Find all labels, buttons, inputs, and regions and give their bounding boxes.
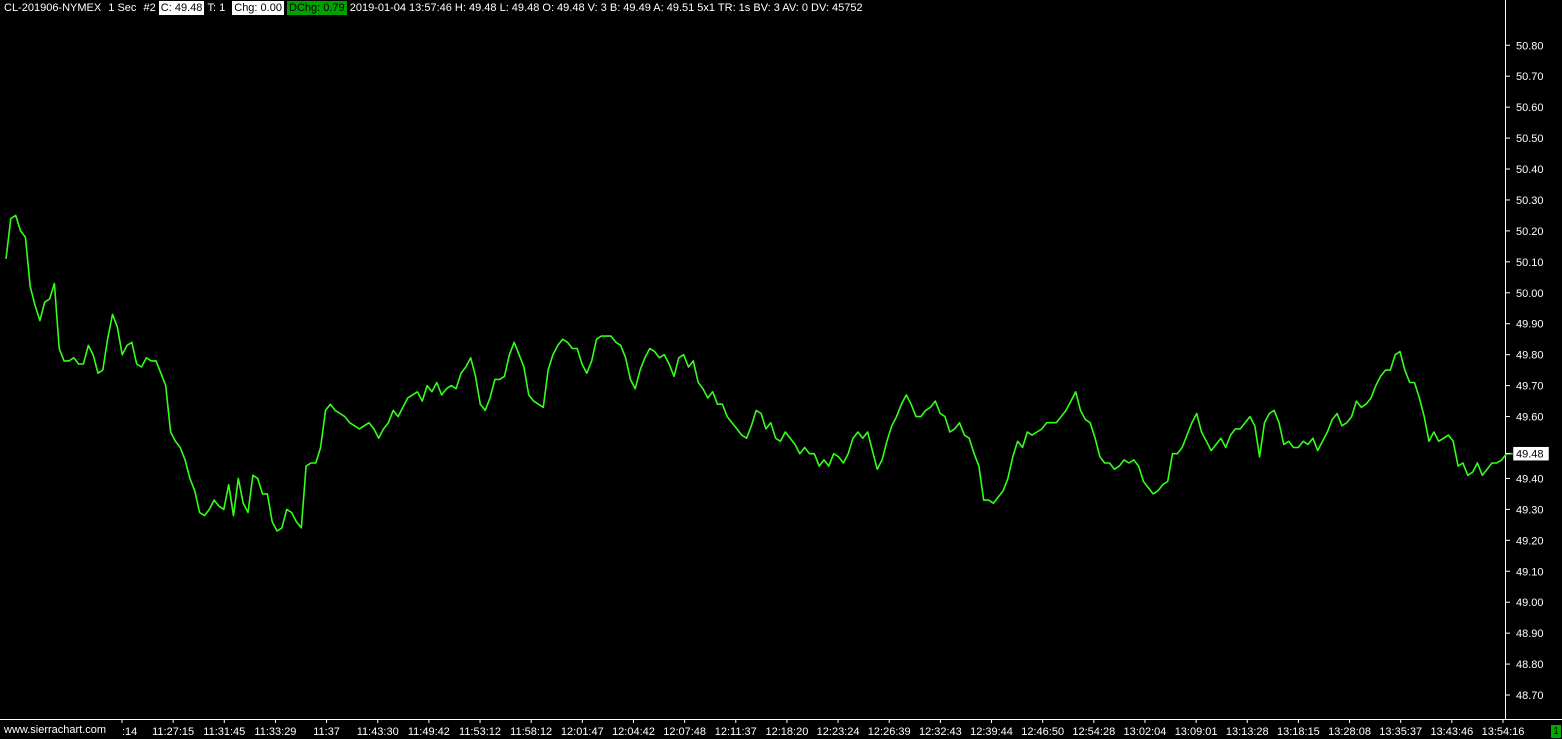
price-chart[interactable]: 50.80 50.70 50.60 50.50 50.40 50.30 50.20 50.10… [0,0,1562,739]
x-tick-label: 12:01:47 [561,726,604,738]
x-tick-label: 12:32:43 [919,726,962,738]
x-tick-label: 11:37 [313,726,340,738]
x-tick-label: 13:43:46 [1430,726,1473,738]
y-tick-label: 48.90 [1516,628,1544,640]
x-tick-label: 13:35:37 [1379,726,1422,738]
x-tick-label: 13:13:28 [1226,726,1269,738]
x-tick-label: 13:18:15 [1277,726,1320,738]
x-tick-label: 11:31:45 [203,726,245,738]
x-tick-label: 12:04:42 [612,726,655,738]
y-tick-label: 49.80 [1516,350,1544,362]
close-value: C: 49.48 [158,1,205,15]
y-tick-label: 50.10 [1516,257,1544,269]
y-tick-label: 50.70 [1516,71,1544,83]
y-tick-label: 48.80 [1516,659,1544,671]
price-line [5,214,1521,532]
y-tick-label: 49.30 [1516,504,1544,516]
x-tick-label: 11:53:12 [459,726,501,738]
x-tick-label: 12:46:50 [1021,726,1064,738]
last-price-label: 49.48 [1516,449,1544,461]
timeframe-label: 1 Sec [108,2,137,14]
daily-change-value: DChg: 0.79 [287,1,347,15]
y-tick-label: 49.60 [1516,412,1544,424]
y-tick-label: 48.70 [1516,690,1544,702]
y-tick-label: 50.80 [1516,40,1544,52]
y-tick-label: 49.90 [1516,319,1544,331]
y-tick-label: 49.20 [1516,535,1544,547]
x-tick-label: 12:54:28 [1072,726,1115,738]
x-tick-label: 12:39:44 [970,726,1013,738]
x-tick-label: 11:27:15 [152,726,194,738]
change-value: Chg: 0.00 [232,1,284,15]
y-tick-label: 50.20 [1516,226,1544,238]
x-tick-label: 12:18:20 [766,726,809,738]
y-tick-label: 49.70 [1516,381,1544,393]
x-tick-label: :14 [122,726,137,738]
x-tick-label: 11:43:30 [357,726,399,738]
watermark-text: www.sierrachart.com [3,724,108,736]
last-price-marker: 49.48 [1512,446,1550,461]
y-tick-label: 50.00 [1516,288,1544,300]
y-tick-label: 50.60 [1516,102,1544,114]
x-tick-label: 12:11:37 [715,726,757,738]
time-axis[interactable]: :14 11:27:15 11:31:45 11:33:29 11:37 11:43:30… [121,719,1525,738]
y-tick-label: 49.40 [1516,473,1544,485]
x-tick-label: 13:28:08 [1328,726,1371,738]
symbol-label: CL-201906-NYMEX [4,2,102,14]
x-tick-label: 13:02:04 [1124,726,1167,738]
x-tick-label: 13:54:16 [1482,726,1525,738]
chart-header: CL-201906-NYMEX 1 Sec #2 C: 49.48 T: 1 C… [4,1,863,15]
price-series [5,214,1521,532]
price-axis[interactable]: 50.80 50.70 50.60 50.50 50.40 50.30 50.20 50.10… [1505,40,1544,702]
y-tick-label: 50.30 [1516,195,1544,207]
y-tick-label: 49.00 [1516,597,1544,609]
bar-details: 2019-01-04 13:57:46 H: 49.48 L: 49.48 O:… [349,2,863,14]
x-tick-label: 11:49:42 [408,726,450,738]
chart-frame [0,0,1562,720]
x-tick-label: 12:26:39 [868,726,911,738]
x-tick-label: 13:09:01 [1175,726,1218,738]
y-tick-label: 50.40 [1516,164,1544,176]
chart-status-indicator[interactable]: 1 [1551,725,1561,738]
x-tick-label: 12:07:48 [663,726,706,738]
trades-value: T: 1 [207,2,226,14]
chart-number: #2 [143,2,156,14]
x-tick-label: 11:58:12 [510,726,552,738]
y-tick-label: 49.10 [1516,566,1544,578]
y-tick-label: 50.50 [1516,133,1544,145]
x-tick-label: 12:23:24 [817,726,860,738]
x-tick-label: 11:33:29 [254,726,296,738]
